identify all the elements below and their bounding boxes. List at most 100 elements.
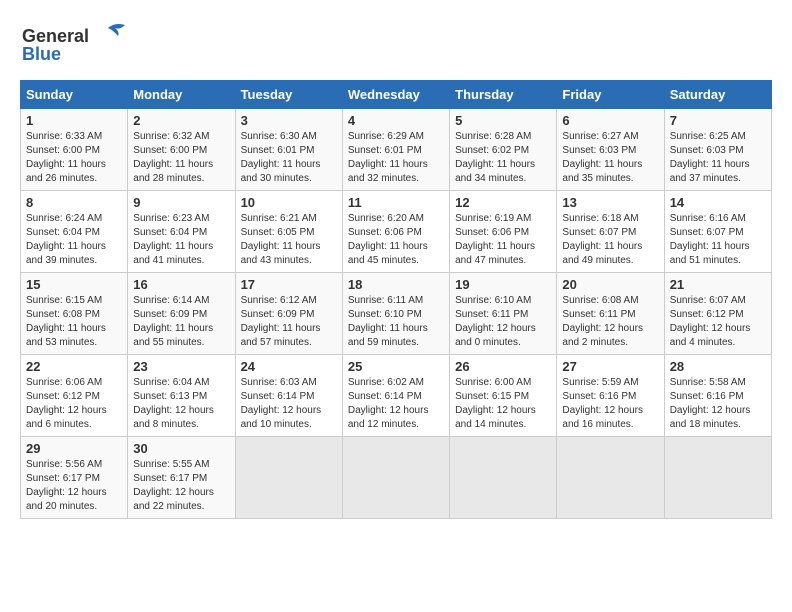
calendar-header-row: SundayMondayTuesdayWednesdayThursdayFrid…	[21, 81, 772, 109]
calendar-cell: 28 Sunrise: 5:58 AM Sunset: 6:16 PM Dayli…	[664, 355, 771, 437]
day-number: 18	[348, 277, 444, 292]
calendar-week-row: 8 Sunrise: 6:24 AM Sunset: 6:04 PM Daylig…	[21, 191, 772, 273]
svg-text:Blue: Blue	[22, 44, 61, 64]
calendar-cell: 15 Sunrise: 6:15 AM Sunset: 6:08 PM Dayli…	[21, 273, 128, 355]
header-saturday: Saturday	[664, 81, 771, 109]
calendar-cell: 6 Sunrise: 6:27 AM Sunset: 6:03 PM Daylig…	[557, 109, 664, 191]
day-detail: Sunrise: 6:32 AM Sunset: 6:00 PM Dayligh…	[133, 130, 229, 186]
svg-text:General: General	[22, 26, 89, 46]
day-number: 9	[133, 195, 229, 210]
logo: General Blue	[20, 20, 130, 70]
day-detail: Sunrise: 6:20 AM Sunset: 6:06 PM Dayligh…	[348, 212, 444, 268]
calendar-cell: 11 Sunrise: 6:20 AM Sunset: 6:06 PM Dayli…	[342, 191, 449, 273]
calendar-cell: 20 Sunrise: 6:08 AM Sunset: 6:11 PM Dayli…	[557, 273, 664, 355]
day-number: 27	[562, 359, 658, 374]
day-number: 6	[562, 113, 658, 128]
calendar-cell	[342, 437, 449, 519]
calendar-cell: 12 Sunrise: 6:19 AM Sunset: 6:06 PM Dayli…	[450, 191, 557, 273]
calendar-cell: 27 Sunrise: 5:59 AM Sunset: 6:16 PM Dayli…	[557, 355, 664, 437]
day-detail: Sunrise: 6:27 AM Sunset: 6:03 PM Dayligh…	[562, 130, 658, 186]
day-detail: Sunrise: 6:11 AM Sunset: 6:10 PM Dayligh…	[348, 294, 444, 350]
calendar-cell: 25Sunrise: 6:02 AM Sunset: 6:14 PM Dayli…	[342, 355, 449, 437]
day-detail: Sunrise: 6:16 AM Sunset: 6:07 PM Dayligh…	[670, 212, 766, 268]
calendar-cell: 1Sunrise: 6:33 AM Sunset: 6:00 PM Daylig…	[21, 109, 128, 191]
calendar-cell	[450, 437, 557, 519]
day-number: 10	[241, 195, 337, 210]
day-detail: Sunrise: 5:59 AM Sunset: 6:16 PM Dayligh…	[562, 376, 658, 432]
calendar-cell: 8 Sunrise: 6:24 AM Sunset: 6:04 PM Daylig…	[21, 191, 128, 273]
calendar-cell: 7Sunrise: 6:25 AM Sunset: 6:03 PM Daylig…	[664, 109, 771, 191]
day-detail: Sunrise: 5:56 AM Sunset: 6:17 PM Dayligh…	[26, 458, 122, 514]
calendar-cell: 29 Sunrise: 5:56 AM Sunset: 6:17 PM Dayli…	[21, 437, 128, 519]
day-detail: Sunrise: 6:06 AM Sunset: 6:12 PM Dayligh…	[26, 376, 122, 432]
day-detail: Sunrise: 6:19 AM Sunset: 6:06 PM Dayligh…	[455, 212, 551, 268]
calendar-cell	[664, 437, 771, 519]
day-detail: Sunrise: 6:04 AM Sunset: 6:13 PM Dayligh…	[133, 376, 229, 432]
day-detail: Sunrise: 6:00 AM Sunset: 6:15 PM Dayligh…	[455, 376, 551, 432]
day-detail: Sunrise: 6:23 AM Sunset: 6:04 PM Dayligh…	[133, 212, 229, 268]
day-number: 21	[670, 277, 766, 292]
day-number: 30	[133, 441, 229, 456]
day-detail: Sunrise: 6:03 AM Sunset: 6:14 PM Dayligh…	[241, 376, 337, 432]
day-number: 13	[562, 195, 658, 210]
page-header: General Blue	[20, 20, 772, 70]
day-detail: Sunrise: 6:21 AM Sunset: 6:05 PM Dayligh…	[241, 212, 337, 268]
calendar-table: SundayMondayTuesdayWednesdayThursdayFrid…	[20, 80, 772, 519]
calendar-week-row: 1Sunrise: 6:33 AM Sunset: 6:00 PM Daylig…	[21, 109, 772, 191]
calendar-cell: 24 Sunrise: 6:03 AM Sunset: 6:14 PM Dayli…	[235, 355, 342, 437]
day-detail: Sunrise: 6:12 AM Sunset: 6:09 PM Dayligh…	[241, 294, 337, 350]
header-sunday: Sunday	[21, 81, 128, 109]
day-number: 26	[455, 359, 551, 374]
day-detail: Sunrise: 6:08 AM Sunset: 6:11 PM Dayligh…	[562, 294, 658, 350]
header-tuesday: Tuesday	[235, 81, 342, 109]
calendar-cell: 23 Sunrise: 6:04 AM Sunset: 6:13 PM Dayli…	[128, 355, 235, 437]
day-detail: Sunrise: 5:58 AM Sunset: 6:16 PM Dayligh…	[670, 376, 766, 432]
day-detail: Sunrise: 6:33 AM Sunset: 6:00 PM Dayligh…	[26, 130, 122, 186]
day-number: 14	[670, 195, 766, 210]
day-number: 11	[348, 195, 444, 210]
calendar-cell	[235, 437, 342, 519]
calendar-cell: 22 Sunrise: 6:06 AM Sunset: 6:12 PM Dayli…	[21, 355, 128, 437]
day-detail: Sunrise: 6:15 AM Sunset: 6:08 PM Dayligh…	[26, 294, 122, 350]
day-number: 7	[670, 113, 766, 128]
day-detail: Sunrise: 6:14 AM Sunset: 6:09 PM Dayligh…	[133, 294, 229, 350]
day-number: 24	[241, 359, 337, 374]
day-number: 2	[133, 113, 229, 128]
calendar-cell: 17 Sunrise: 6:12 AM Sunset: 6:09 PM Dayli…	[235, 273, 342, 355]
day-number: 3	[241, 113, 337, 128]
day-number: 17	[241, 277, 337, 292]
day-number: 20	[562, 277, 658, 292]
calendar-week-row: 15 Sunrise: 6:15 AM Sunset: 6:08 PM Dayli…	[21, 273, 772, 355]
day-number: 4	[348, 113, 444, 128]
day-number: 15	[26, 277, 122, 292]
day-detail: Sunrise: 6:30 AM Sunset: 6:01 PM Dayligh…	[241, 130, 337, 186]
day-detail: Sunrise: 6:07 AM Sunset: 6:12 PM Dayligh…	[670, 294, 766, 350]
day-detail: Sunrise: 6:24 AM Sunset: 6:04 PM Dayligh…	[26, 212, 122, 268]
calendar-cell: 26 Sunrise: 6:00 AM Sunset: 6:15 PM Dayli…	[450, 355, 557, 437]
day-number: 12	[455, 195, 551, 210]
calendar-cell: 10 Sunrise: 6:21 AM Sunset: 6:05 PM Dayli…	[235, 191, 342, 273]
day-number: 28	[670, 359, 766, 374]
calendar-cell: 16 Sunrise: 6:14 AM Sunset: 6:09 PM Dayli…	[128, 273, 235, 355]
calendar-cell: 4Sunrise: 6:29 AM Sunset: 6:01 PM Daylig…	[342, 109, 449, 191]
logo-text: General Blue	[20, 20, 130, 70]
day-number: 29	[26, 441, 122, 456]
calendar-cell: 9 Sunrise: 6:23 AM Sunset: 6:04 PM Daylig…	[128, 191, 235, 273]
day-number: 5	[455, 113, 551, 128]
day-number: 22	[26, 359, 122, 374]
day-detail: Sunrise: 6:10 AM Sunset: 6:11 PM Dayligh…	[455, 294, 551, 350]
day-number: 8	[26, 195, 122, 210]
calendar-cell: 19 Sunrise: 6:10 AM Sunset: 6:11 PM Dayli…	[450, 273, 557, 355]
day-number: 19	[455, 277, 551, 292]
calendar-week-row: 22 Sunrise: 6:06 AM Sunset: 6:12 PM Dayli…	[21, 355, 772, 437]
calendar-cell: 30Sunrise: 5:55 AM Sunset: 6:17 PM Dayli…	[128, 437, 235, 519]
calendar-cell: 13 Sunrise: 6:18 AM Sunset: 6:07 PM Dayli…	[557, 191, 664, 273]
calendar-cell: 5Sunrise: 6:28 AM Sunset: 6:02 PM Daylig…	[450, 109, 557, 191]
header-wednesday: Wednesday	[342, 81, 449, 109]
day-detail: Sunrise: 6:18 AM Sunset: 6:07 PM Dayligh…	[562, 212, 658, 268]
calendar-cell: 18 Sunrise: 6:11 AM Sunset: 6:10 PM Dayli…	[342, 273, 449, 355]
header-monday: Monday	[128, 81, 235, 109]
day-number: 16	[133, 277, 229, 292]
day-number: 23	[133, 359, 229, 374]
calendar-cell: 21 Sunrise: 6:07 AM Sunset: 6:12 PM Dayli…	[664, 273, 771, 355]
